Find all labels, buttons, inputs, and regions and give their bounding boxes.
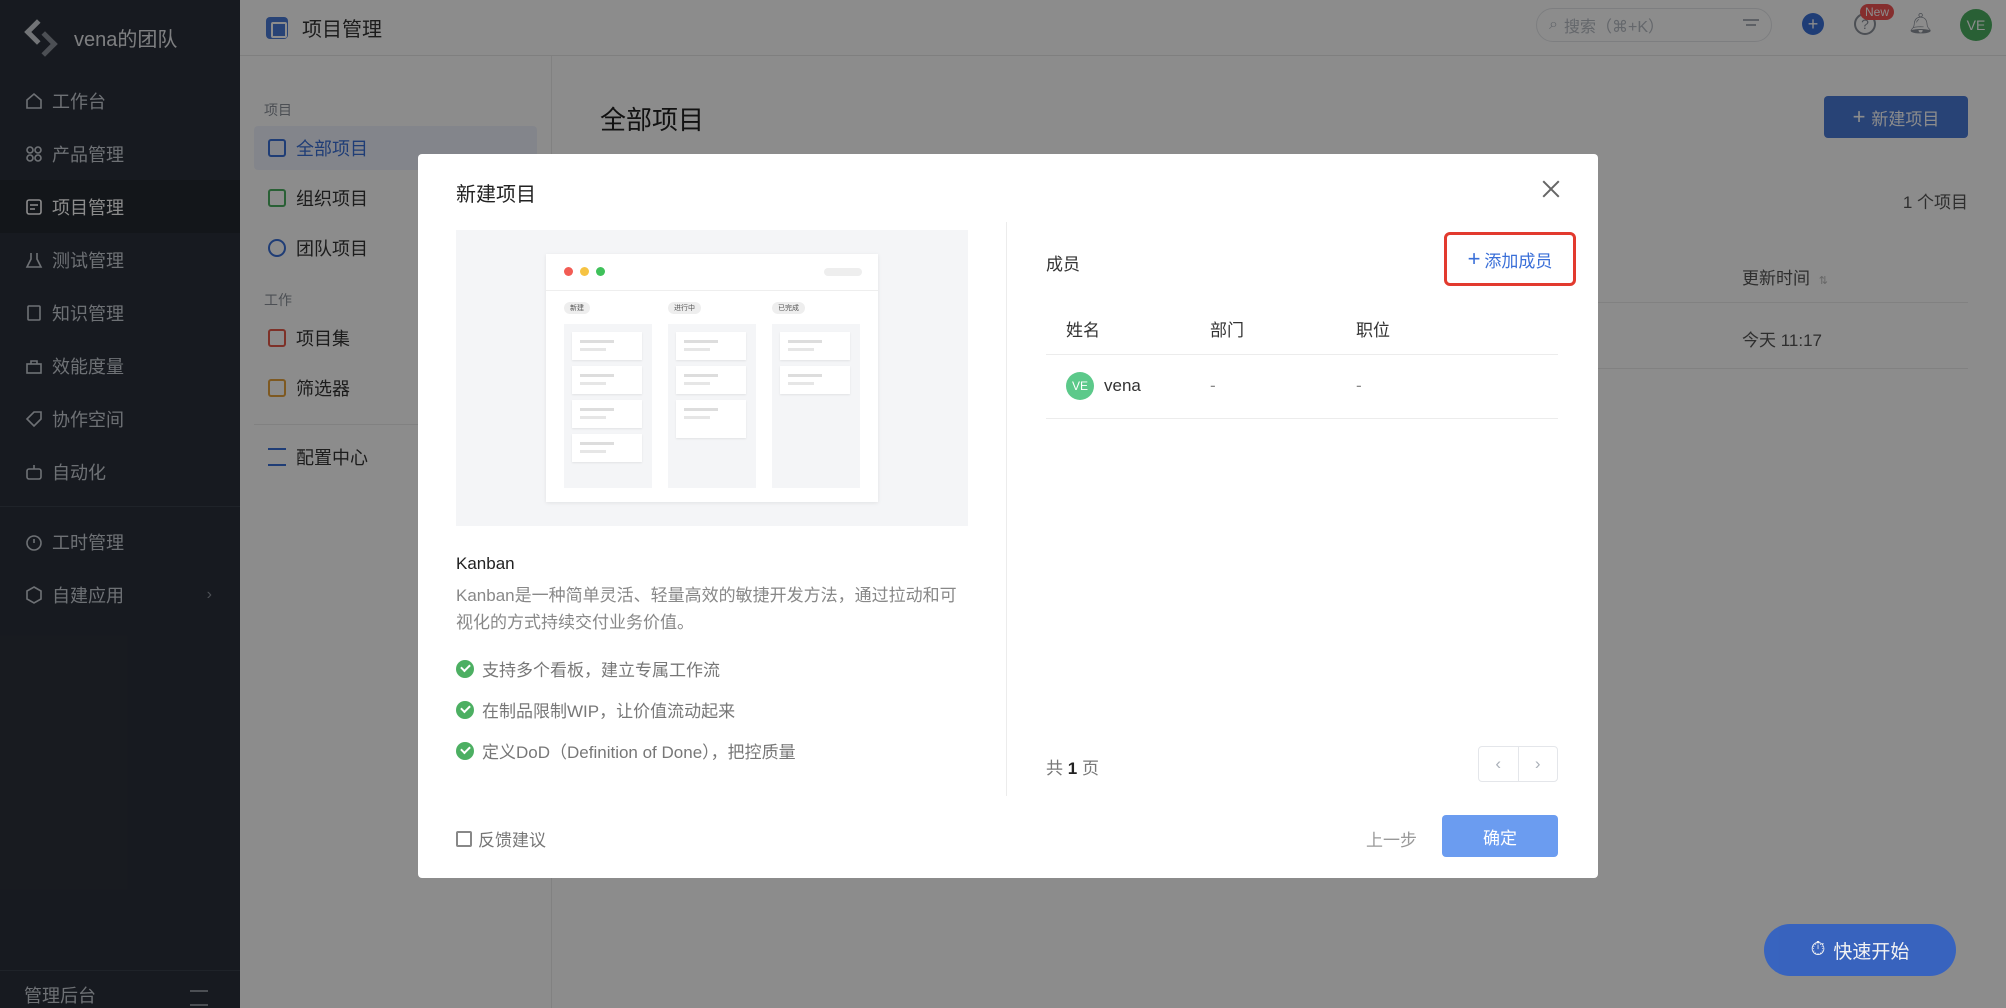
preview-column (772, 324, 860, 488)
preview-card (572, 400, 642, 428)
preview-card (676, 332, 746, 360)
pager-prefix: 共 (1046, 759, 1063, 778)
preview-card (676, 366, 746, 394)
chevron-left-icon[interactable]: ‹ (1479, 747, 1518, 781)
pager-suffix: 页 (1081, 759, 1099, 778)
preview-column-tag: 新建 (564, 302, 590, 314)
confirm-button[interactable]: 确定 (1442, 815, 1558, 857)
pagination: ‹ › (1478, 746, 1558, 782)
quick-start-button[interactable]: ⏱ 快速开始 (1764, 924, 1956, 976)
preview-column-tag: 进行中 (668, 302, 701, 314)
add-member-label: 添加成员 (1484, 251, 1553, 271)
window-dot-yellow (580, 267, 589, 276)
feature-text: 支持多个看板，建立专属工作流 (482, 661, 720, 680)
member-position: - (1356, 376, 1362, 395)
template-name: Kanban (456, 554, 515, 573)
avatar: VE (1066, 372, 1094, 400)
feature-item: 定义DoD（Definition of Done），把控质量 (456, 738, 796, 763)
table-divider (1046, 354, 1558, 355)
kanban-preview-window: 新建 进行中 已完成 (546, 254, 878, 502)
member-dept: - (1210, 376, 1216, 395)
feature-item: 在制品限制WIP，让价值流动起来 (456, 697, 735, 722)
stopwatch-icon: ⏱ (1810, 939, 1826, 960)
column-header-dept: 部门 (1210, 321, 1244, 340)
preview-column-tag: 已完成 (772, 302, 805, 314)
feedback-label: 反馈建议 (478, 831, 546, 850)
pagination-summary: 共 1 页 (1046, 754, 1099, 779)
check-circle-icon (456, 700, 474, 719)
feedback-icon (456, 830, 472, 847)
dialog-title: 新建项目 (456, 184, 536, 206)
feature-item: 支持多个看板，建立专属工作流 (456, 656, 720, 681)
preview-card (572, 366, 642, 394)
feature-text: 定义DoD（Definition of Done），把控质量 (482, 743, 796, 762)
plus-icon: + (1467, 246, 1481, 271)
member-name: vena (1104, 376, 1141, 395)
quick-start-label: 快速开始 (1833, 941, 1910, 963)
column-header-name: 姓名 (1066, 321, 1100, 340)
check-circle-icon (456, 659, 474, 678)
members-label: 成员 (1046, 255, 1080, 274)
pager-count: 1 (1067, 759, 1078, 778)
template-description: Kanban是一种简单灵活、轻量高效的敏捷开发方法，通过拉动和可视化的方式持续交… (456, 586, 957, 632)
preview-card (572, 332, 642, 360)
close-icon[interactable] (1540, 178, 1562, 200)
preview-column (668, 324, 756, 488)
preview-toolbar (824, 268, 862, 276)
preview-card (572, 434, 642, 462)
previous-step-button[interactable]: 上一步 (1366, 826, 1417, 851)
template-preview: 新建 进行中 已完成 (456, 230, 968, 526)
feedback-link[interactable]: 反馈建议 (456, 826, 546, 851)
new-project-dialog: 新建项目 新建 进行中 已完成 Kanban Kanban是一种简单灵活、轻量高… (418, 154, 1598, 878)
add-member-button[interactable]: + 添加成员 (1444, 232, 1576, 286)
dialog-divider (1006, 222, 1007, 796)
preview-card-highlight (676, 400, 746, 438)
preview-card (780, 332, 850, 360)
preview-card (780, 366, 850, 394)
check-circle-icon (456, 741, 474, 760)
window-dot-red (564, 267, 573, 276)
preview-column (564, 324, 652, 488)
chevron-right-icon[interactable]: › (1517, 747, 1558, 781)
window-dot-green (596, 267, 605, 276)
column-header-position: 职位 (1356, 321, 1390, 340)
feature-text: 在制品限制WIP，让价值流动起来 (482, 702, 736, 721)
preview-divider (546, 290, 878, 291)
table-divider (1046, 418, 1558, 419)
